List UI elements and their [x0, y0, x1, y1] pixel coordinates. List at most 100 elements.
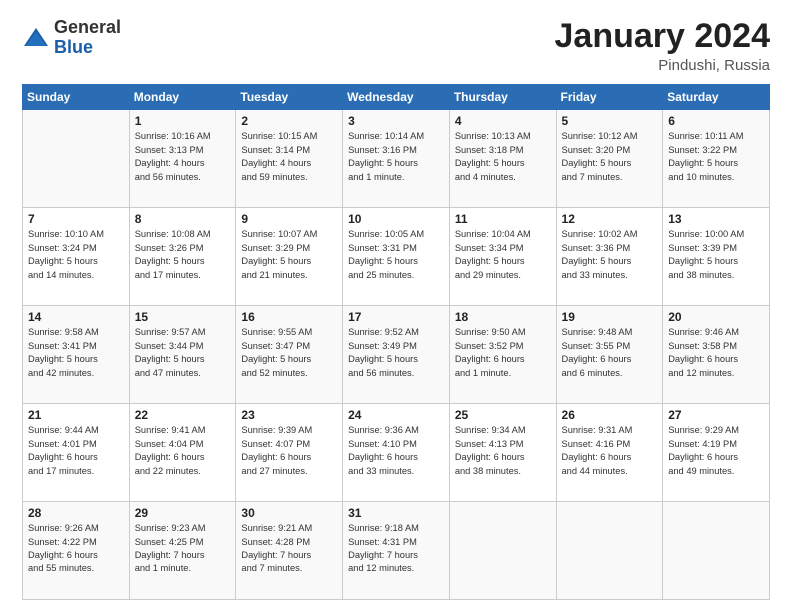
week-row-3: 14 Sunrise: 9:58 AM Sunset: 3:41 PM Dayli… — [23, 306, 770, 404]
table-row: 17Sunrise: 9:52 AM Sunset: 3:49 PM Dayli… — [343, 306, 450, 404]
table-row: 25 Sunrise: 9:34 AM Sunset: 4:13 PM Dayli… — [449, 404, 556, 502]
table-row: 5 Sunrise: 10:12 AM Sunset: 3:20 PM Dayli… — [556, 110, 663, 208]
table-row: 24Sunrise: 9:36 AM Sunset: 4:10 PM Dayli… — [343, 404, 450, 502]
day-number: 10 — [348, 212, 444, 226]
day-info: Sunrise: 10:14 AM Sunset: 3:16 PM Daylig… — [348, 130, 444, 184]
header-thursday: Thursday — [449, 85, 556, 110]
day-number: 22 — [135, 408, 231, 422]
table-row: 16 Sunrise: 9:55 AM Sunset: 3:47 PM Dayli… — [236, 306, 343, 404]
table-row — [556, 502, 663, 600]
day-info: Sunrise: 9:26 AM Sunset: 4:22 PM Dayligh… — [28, 522, 124, 576]
day-info: Sunrise: 9:41 AM Sunset: 4:04 PM Dayligh… — [135, 424, 231, 478]
day-number: 3 — [348, 114, 444, 128]
day-number: 12 — [562, 212, 658, 226]
day-info: Sunrise: 10:07 AM Sunset: 3:29 PM Daylig… — [241, 228, 337, 282]
day-number: 27 — [668, 408, 764, 422]
day-info: Sunrise: 9:18 AM Sunset: 4:31 PM Dayligh… — [348, 522, 444, 576]
day-number: 21 — [28, 408, 124, 422]
logo-text: General Blue — [54, 18, 121, 58]
day-info: Sunrise: 9:58 AM Sunset: 3:41 PM Dayligh… — [28, 326, 124, 380]
day-info: Sunrise: 10:16 AM Sunset: 3:13 PM Daylig… — [135, 130, 231, 184]
table-row: 23 Sunrise: 9:39 AM Sunset: 4:07 PM Dayli… — [236, 404, 343, 502]
week-row-4: 21 Sunrise: 9:44 AM Sunset: 4:01 PM Dayli… — [23, 404, 770, 502]
day-number: 25 — [455, 408, 551, 422]
day-info: Sunrise: 10:13 AM Sunset: 3:18 PM Daylig… — [455, 130, 551, 184]
day-info: Sunrise: 9:29 AM Sunset: 4:19 PM Dayligh… — [668, 424, 764, 478]
calendar-page: General Blue January 2024 Pindushi, Russ… — [0, 0, 792, 612]
logo-blue-text: Blue — [54, 38, 121, 58]
day-info: Sunrise: 9:44 AM Sunset: 4:01 PM Dayligh… — [28, 424, 124, 478]
weekday-header-row: Sunday Monday Tuesday Wednesday Thursday… — [23, 85, 770, 110]
day-info: Sunrise: 9:23 AM Sunset: 4:25 PM Dayligh… — [135, 522, 231, 576]
logo: General Blue — [22, 18, 121, 58]
table-row: 29 Sunrise: 9:23 AM Sunset: 4:25 PM Dayli… — [129, 502, 236, 600]
day-info: Sunrise: 10:02 AM Sunset: 3:36 PM Daylig… — [562, 228, 658, 282]
day-number: 1 — [135, 114, 231, 128]
day-number: 15 — [135, 310, 231, 324]
table-row: 31Sunrise: 9:18 AM Sunset: 4:31 PM Dayli… — [343, 502, 450, 600]
table-row — [449, 502, 556, 600]
table-row: 26 Sunrise: 9:31 AM Sunset: 4:16 PM Dayli… — [556, 404, 663, 502]
table-row: 28 Sunrise: 9:26 AM Sunset: 4:22 PM Dayli… — [23, 502, 130, 600]
week-row-1: 1 Sunrise: 10:16 AM Sunset: 3:13 PM Dayli… — [23, 110, 770, 208]
day-number: 5 — [562, 114, 658, 128]
day-info: Sunrise: 9:50 AM Sunset: 3:52 PM Dayligh… — [455, 326, 551, 380]
table-row: 7 Sunrise: 10:10 AM Sunset: 3:24 PM Dayli… — [23, 208, 130, 306]
page-header: General Blue January 2024 Pindushi, Russ… — [22, 18, 770, 74]
day-number: 29 — [135, 506, 231, 520]
header-wednesday: Wednesday — [343, 85, 450, 110]
table-row: 20 Sunrise: 9:46 AM Sunset: 3:58 PM Dayli… — [663, 306, 770, 404]
table-row — [23, 110, 130, 208]
day-info: Sunrise: 10:05 AM Sunset: 3:31 PM Daylig… — [348, 228, 444, 282]
day-info: Sunrise: 10:08 AM Sunset: 3:26 PM Daylig… — [135, 228, 231, 282]
day-info: Sunrise: 9:46 AM Sunset: 3:58 PM Dayligh… — [668, 326, 764, 380]
day-number: 9 — [241, 212, 337, 226]
day-number: 18 — [455, 310, 551, 324]
day-info: Sunrise: 9:34 AM Sunset: 4:13 PM Dayligh… — [455, 424, 551, 478]
day-info: Sunrise: 9:31 AM Sunset: 4:16 PM Dayligh… — [562, 424, 658, 478]
logo-icon — [22, 24, 50, 52]
logo-general-text: General — [54, 18, 121, 38]
day-number: 26 — [562, 408, 658, 422]
day-info: Sunrise: 9:52 AM Sunset: 3:49 PM Dayligh… — [348, 326, 444, 380]
day-number: 2 — [241, 114, 337, 128]
table-row: 4Sunrise: 10:13 AM Sunset: 3:18 PM Dayli… — [449, 110, 556, 208]
table-row — [663, 502, 770, 600]
table-row: 21 Sunrise: 9:44 AM Sunset: 4:01 PM Dayli… — [23, 404, 130, 502]
day-number: 20 — [668, 310, 764, 324]
table-row: 18 Sunrise: 9:50 AM Sunset: 3:52 PM Dayli… — [449, 306, 556, 404]
day-number: 14 — [28, 310, 124, 324]
day-info: Sunrise: 10:04 AM Sunset: 3:34 PM Daylig… — [455, 228, 551, 282]
table-row: 27 Sunrise: 9:29 AM Sunset: 4:19 PM Dayli… — [663, 404, 770, 502]
calendar-table: Sunday Monday Tuesday Wednesday Thursday… — [22, 84, 770, 600]
week-row-5: 28 Sunrise: 9:26 AM Sunset: 4:22 PM Dayli… — [23, 502, 770, 600]
day-info: Sunrise: 9:48 AM Sunset: 3:55 PM Dayligh… — [562, 326, 658, 380]
table-row: 12 Sunrise: 10:02 AM Sunset: 3:36 PM Dayl… — [556, 208, 663, 306]
table-row: 15Sunrise: 9:57 AM Sunset: 3:44 PM Dayli… — [129, 306, 236, 404]
day-info: Sunrise: 9:21 AM Sunset: 4:28 PM Dayligh… — [241, 522, 337, 576]
table-row: 10 Sunrise: 10:05 AM Sunset: 3:31 PM Dayl… — [343, 208, 450, 306]
day-number: 8 — [135, 212, 231, 226]
header-friday: Friday — [556, 85, 663, 110]
table-row: 13Sunrise: 10:00 AM Sunset: 3:39 PM Dayl… — [663, 208, 770, 306]
day-info: Sunrise: 10:10 AM Sunset: 3:24 PM Daylig… — [28, 228, 124, 282]
day-number: 23 — [241, 408, 337, 422]
table-row: 3 Sunrise: 10:14 AM Sunset: 3:16 PM Dayli… — [343, 110, 450, 208]
header-sunday: Sunday — [23, 85, 130, 110]
day-number: 16 — [241, 310, 337, 324]
table-row: 11 Sunrise: 10:04 AM Sunset: 3:34 PM Dayl… — [449, 208, 556, 306]
day-number: 11 — [455, 212, 551, 226]
table-row: 9 Sunrise: 10:07 AM Sunset: 3:29 PM Dayli… — [236, 208, 343, 306]
day-number: 6 — [668, 114, 764, 128]
day-number: 13 — [668, 212, 764, 226]
day-info: Sunrise: 10:15 AM Sunset: 3:14 PM Daylig… — [241, 130, 337, 184]
day-number: 28 — [28, 506, 124, 520]
table-row: 19Sunrise: 9:48 AM Sunset: 3:55 PM Dayli… — [556, 306, 663, 404]
day-info: Sunrise: 9:55 AM Sunset: 3:47 PM Dayligh… — [241, 326, 337, 380]
location-subtitle: Pindushi, Russia — [555, 57, 771, 74]
day-info: Sunrise: 10:12 AM Sunset: 3:20 PM Daylig… — [562, 130, 658, 184]
day-number: 7 — [28, 212, 124, 226]
table-row: 30Sunrise: 9:21 AM Sunset: 4:28 PM Dayli… — [236, 502, 343, 600]
day-info: Sunrise: 9:39 AM Sunset: 4:07 PM Dayligh… — [241, 424, 337, 478]
day-number: 24 — [348, 408, 444, 422]
